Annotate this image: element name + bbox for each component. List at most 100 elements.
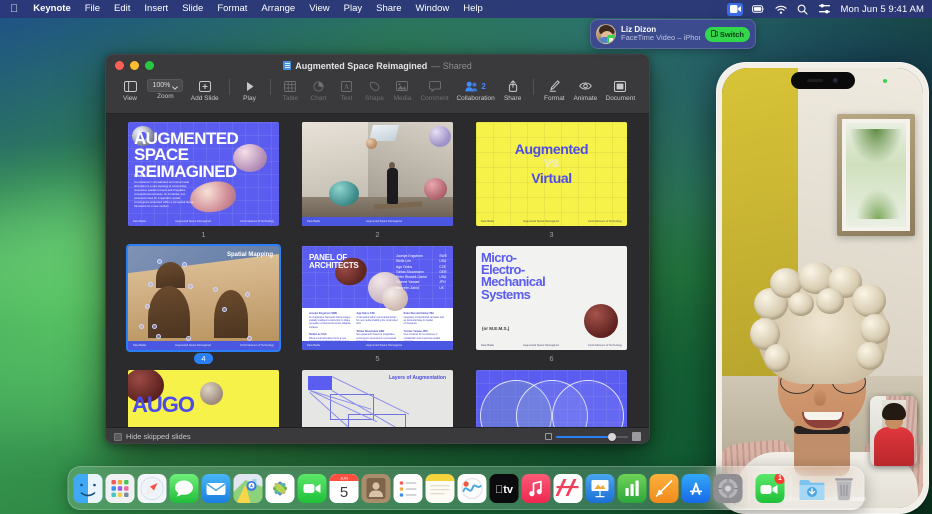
menu-item-insert[interactable]: Insert	[137, 0, 175, 18]
dock-item-keynote[interactable]	[586, 474, 615, 503]
close-button[interactable]	[115, 61, 124, 70]
toolbar-animate-button[interactable]: Animate	[569, 78, 601, 102]
toolbar-document-button[interactable]: Document	[602, 78, 639, 102]
mapping-point	[139, 324, 144, 329]
dock-item-safari[interactable]	[138, 474, 167, 503]
dock-item-contacts[interactable]	[362, 474, 391, 503]
minimize-button[interactable]	[130, 61, 139, 70]
toolbar-zoom-control[interactable]: 100% Zoom	[144, 78, 187, 100]
dock-item-finder[interactable]	[74, 474, 103, 503]
dock-item-appletv[interactable]: tv	[490, 474, 519, 503]
dock-item-facetime[interactable]	[298, 474, 327, 503]
iphone-continuity-window[interactable]	[716, 62, 929, 514]
slide-thumbnail-8[interactable]: Layers of Augmentation 8	[302, 370, 453, 427]
column-sub-heading: Tobias Stuczmann GER	[356, 330, 398, 334]
toolbar-text-button[interactable]: A Text	[332, 78, 360, 102]
toolbar-format-button[interactable]: Format	[540, 78, 570, 102]
toolbar-media-button[interactable]: Media	[388, 78, 416, 102]
camera-active-indicator	[883, 79, 887, 83]
dock-item-trash[interactable]	[830, 474, 859, 503]
thumbnail-size-control[interactable]	[545, 432, 641, 441]
window-title-bar[interactable]: Augmented Space Reimagined — Shared	[106, 55, 649, 76]
slide-thumbnail-1[interactable]: AUGMENTED SPACE REIMAGINED Greater Vista…	[128, 122, 279, 240]
column-heading: Jocelyn Engstrom SWE	[309, 312, 351, 316]
facetime-notification[interactable]: Liz Dizon FaceTime Video – iPhone › Swit…	[590, 19, 756, 49]
search-icon[interactable]	[796, 3, 809, 16]
toolbar-comment-button[interactable]: Comment	[416, 78, 452, 102]
slide-thumbnail-2[interactable]: Dara Badia Augmented Space Reimagined 2	[302, 122, 453, 240]
dock-item-maps[interactable]	[234, 474, 263, 503]
self-view-pip[interactable]	[870, 396, 917, 466]
maximize-button[interactable]	[145, 61, 154, 70]
menu-item-play[interactable]: Play	[337, 0, 369, 18]
video-camera-icon[interactable]	[727, 3, 743, 16]
switch-button[interactable]: Switch	[705, 27, 750, 42]
wifi-icon[interactable]	[774, 3, 787, 16]
dock-item-launchpad[interactable]	[106, 474, 135, 503]
control-center-icon[interactable]	[818, 3, 831, 16]
dock-item-downloads[interactable]	[798, 474, 827, 503]
battery-icon[interactable]	[752, 3, 765, 16]
dock-item-reminders[interactable]	[394, 474, 423, 503]
slide-6-title: Micro- Electro- Mechanical Systems	[481, 252, 622, 301]
toolbar-collaboration-button[interactable]: 2 Collaboration	[453, 78, 499, 102]
slide-thumbnail-9[interactable]: PHYSICAL AUGMENTED VIRTUAL 9	[476, 370, 627, 427]
menu-item-format[interactable]: Format	[210, 0, 254, 18]
dock-item-messages[interactable]	[170, 474, 199, 503]
toolbar-chart-button[interactable]: Chart	[304, 78, 332, 102]
slide-navigator[interactable]: AUGMENTED SPACE REIMAGINED Greater Vista…	[106, 114, 649, 427]
mapping-point	[213, 287, 218, 292]
chevron-down-icon	[172, 77, 178, 95]
toolbar-play-button[interactable]: Play	[236, 78, 264, 102]
menu-item-help[interactable]: Help	[456, 0, 490, 18]
large-thumbnail-icon[interactable]	[632, 432, 641, 441]
slide-6-footer: Dara Badia Augmented Space Reimagined Cu…	[476, 341, 627, 350]
thumbnail-size-slider[interactable]	[556, 436, 628, 438]
menu-item-keynote[interactable]: Keynote	[26, 0, 77, 18]
menu-item-file[interactable]: File	[78, 0, 107, 18]
dock-item-facetime-call[interactable]: 1	[756, 474, 785, 503]
dock-item-numbers[interactable]	[618, 474, 647, 503]
toolbar-view-button[interactable]: View	[116, 78, 144, 102]
panelist-country: UK	[439, 286, 447, 291]
slide-thumbnail-6[interactable]: Micro- Electro- Mechanical Systems (or M…	[476, 246, 627, 364]
iphone-notch	[791, 72, 855, 89]
hair-curl	[852, 284, 886, 317]
toolbar-table-button[interactable]: Table	[276, 78, 304, 102]
slide-5-canvas: PANEL OF ARCHITECTS Jocelyn Engstrom Ste…	[302, 246, 453, 350]
menu-item-slide[interactable]: Slide	[175, 0, 210, 18]
dock-item-photos[interactable]	[266, 474, 295, 503]
menu-item-share[interactable]: Share	[369, 0, 408, 18]
dock-item-mail[interactable]	[202, 474, 231, 503]
hide-skipped-slides-checkbox[interactable]	[114, 433, 122, 441]
menu-bar-clock[interactable]: Mon Jun 5 9:41 AM	[840, 4, 924, 15]
toolbar-share-button[interactable]: Share	[499, 78, 527, 102]
zoom-dropdown[interactable]: 100%	[147, 79, 183, 92]
menu-item-view[interactable]: View	[302, 0, 336, 18]
menu-item-window[interactable]: Window	[408, 0, 456, 18]
slide-thumbnail-5[interactable]: PANEL OF ARCHITECTS Jocelyn Engstrom Ste…	[302, 246, 453, 364]
slider-knob[interactable]	[608, 433, 616, 441]
slide-thumbnail-7[interactable]: AUGO 7	[128, 370, 279, 427]
menu-item-arrange[interactable]: Arrange	[254, 0, 302, 18]
dock-item-notes[interactable]	[426, 474, 455, 503]
keynote-window[interactable]: Augmented Space Reimagined — Shared View…	[105, 54, 650, 444]
dock-item-appstore[interactable]	[682, 474, 711, 503]
slide-thumbnail-3[interactable]: Augmented VS Virtual Dara Badia Augmente…	[476, 122, 627, 240]
mapping-point	[145, 304, 150, 309]
dock-item-news[interactable]	[554, 474, 583, 503]
slide-number-1: 1	[128, 229, 279, 240]
apple-logo-icon[interactable]: 	[8, 0, 26, 18]
small-thumbnail-icon[interactable]	[545, 433, 552, 440]
slide-1-footer: Dara Badia Augmented Space Reimagined Cu…	[128, 217, 279, 226]
dock-item-system-settings[interactable]	[714, 474, 743, 503]
toolbar-shape-button[interactable]: Shape	[360, 78, 388, 102]
slide-1-title: AUGMENTED SPACE REIMAGINED	[134, 131, 275, 180]
toolbar-add-slide-button[interactable]: Add Slide	[187, 78, 223, 102]
dock-item-music[interactable]	[522, 474, 551, 503]
dock-item-calendar[interactable]: JUN5	[330, 474, 359, 503]
slide-thumbnail-4[interactable]: Spatial Mapping Dara Badia Augmented Spa…	[128, 246, 279, 364]
dock-item-pages[interactable]	[650, 474, 679, 503]
dock-item-freeform[interactable]	[458, 474, 487, 503]
menu-item-edit[interactable]: Edit	[107, 0, 137, 18]
